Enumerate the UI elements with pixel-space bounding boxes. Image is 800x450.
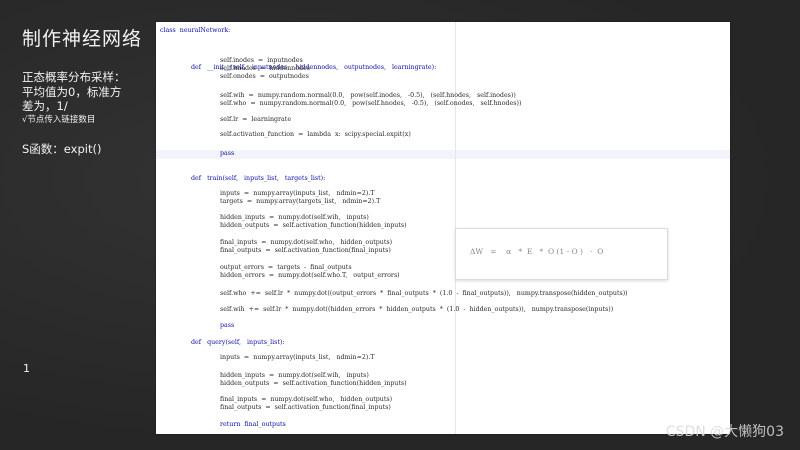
code-line: pass: [220, 322, 235, 329]
note-line: √节点传入链接数目: [22, 114, 96, 125]
note-line: 平均值为0，标准方: [22, 84, 122, 99]
code-line: hidden_outputs = self.activation_functio…: [220, 380, 407, 387]
code-line: hidden_inputs = numpy.dot(self.wih, inpu…: [220, 214, 369, 221]
code-line: pass: [220, 150, 235, 157]
code-line: final_inputs = numpy.dot(self.who, hidde…: [220, 239, 393, 246]
code-line: final_outputs = self.activation_function…: [220, 404, 391, 411]
code-line: self.who += self.lr * numpy.dot((output_…: [220, 290, 628, 297]
code-line: def query(self, inputs_list):: [191, 339, 285, 346]
slide-title: 制作神经网络: [22, 28, 143, 50]
s-function-note: S函数：expit(): [22, 141, 102, 156]
code-line: self.hnodes = hiddennodes: [220, 65, 311, 72]
current-line-highlight: [156, 150, 730, 159]
code-line: self.who = numpy.random.normal(0.0, pow(…: [220, 100, 522, 107]
code-line: self.inodes = inputnodes: [220, 57, 303, 64]
code-line: class neuralNetwork:: [160, 27, 231, 34]
code-line: return final_outputs: [220, 421, 286, 428]
code-line: hidden_errors = numpy.dot(self.who.T, ou…: [220, 272, 400, 279]
code-line: self.lr = learningrate: [220, 116, 292, 123]
note-line: 差为，1/: [22, 99, 68, 113]
formula-text: ΔW = α * E * O (1 - O ) · O: [470, 247, 604, 256]
watermark: CSDN @大懒狗03: [665, 424, 784, 440]
code-line: self.wih += self.lr * numpy.dot((hidden_…: [220, 306, 614, 313]
code-line: self.onodes = outputnodes: [220, 73, 309, 80]
page-number: 1: [23, 362, 30, 375]
code-screenshot: class neuralNetwork: def __init__(self, i…: [156, 22, 730, 434]
notes-panel: 正态概率分布采样： 平均值为0，标准方 差为，1/ √节点传入链接数目 S函数：…: [22, 70, 152, 156]
code-line: hidden_inputs = numpy.dot(self.wih, inpu…: [220, 372, 369, 379]
code-line: self.wih = numpy.random.normal(0.0, pow(…: [220, 92, 516, 99]
code-line: self.activation_function = lambda x: sci…: [220, 131, 411, 138]
code-line: output_errors = targets - final_outputs: [220, 264, 352, 271]
note-line: 正态概率分布采样：: [22, 70, 126, 84]
code-line: inputs = numpy.array(inputs_list, ndmin=…: [220, 190, 375, 197]
code-line: def train(self, inputs_list, targets_lis…: [191, 175, 326, 182]
formula-image: ΔW = α * E * O (1 - O ) · O: [455, 228, 668, 280]
code-line: inputs = numpy.array(inputs_list, ndmin=…: [220, 354, 375, 361]
code-line: hidden_outputs = self.activation_functio…: [220, 222, 407, 229]
code-line: final_inputs = numpy.dot(self.who, hidde…: [220, 396, 393, 403]
code-line: targets = numpy.array(targets_list, ndmi…: [220, 198, 381, 205]
code-line: final_outputs = self.activation_function…: [220, 247, 391, 254]
